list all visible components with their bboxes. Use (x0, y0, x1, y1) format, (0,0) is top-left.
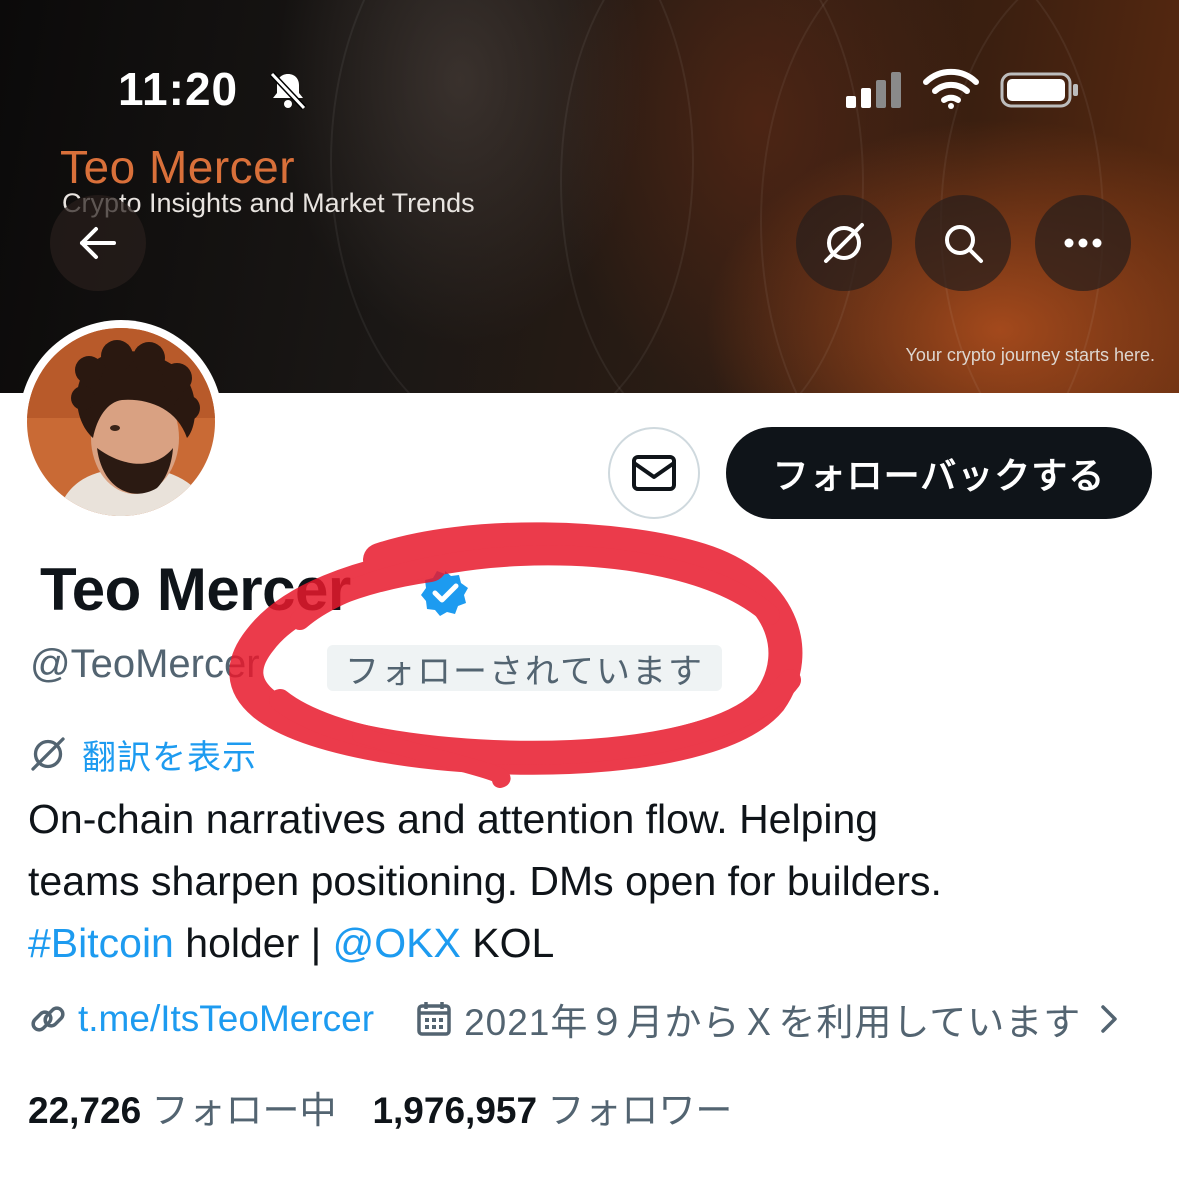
following-stat[interactable]: 22,726 フォロー中 (28, 1090, 336, 1131)
bio-kol-text: KOL (460, 920, 555, 966)
search-icon (945, 225, 983, 263)
arrow-left-icon (80, 227, 116, 259)
banner-tagline: Your crypto journey starts here. (905, 345, 1155, 365)
signal-icon (846, 72, 901, 108)
profile-meta: t.me/ItsTeoMercer 2021年９月からＸを利用しています (28, 994, 1123, 1044)
follows-you-badge: フォローされています (327, 645, 722, 691)
calendar-icon (417, 1002, 451, 1036)
profile-name: Teo Mercer (40, 556, 351, 623)
bitcoin-hashtag-link[interactable]: #Bitcoin (28, 920, 174, 966)
translate-icon (824, 223, 864, 263)
verified-badge-icon[interactable] (420, 568, 470, 618)
status-time: 11:20 (118, 63, 239, 115)
joined-date: 2021年９月からＸを利用しています (464, 1002, 1082, 1043)
profile-handle: @TeoMercer (30, 642, 260, 686)
translate-icon (31, 737, 65, 771)
bio-line-2: teams sharpen positioning. DMs open for … (28, 858, 942, 904)
avatar-portrait (27, 328, 215, 516)
bell-muted-icon (269, 71, 307, 111)
envelope-icon (632, 455, 676, 491)
banner-brand-title: Teo Mercer (60, 141, 296, 193)
more-icon (1064, 238, 1102, 248)
followers-count: 1,976,957 (372, 1090, 538, 1131)
show-translation-label: 翻訳を表示 (82, 738, 257, 777)
battery-icon (1000, 72, 1078, 108)
more-button[interactable] (1035, 195, 1131, 291)
translate-button[interactable] (796, 195, 892, 291)
follow-stats: 22,726 フォロー中 1,976,957 フォロワー (28, 1080, 732, 1134)
okx-mention-link[interactable]: @OKX (333, 920, 461, 966)
followers-label: フォロワー (547, 1090, 733, 1131)
back-button[interactable] (50, 195, 146, 291)
message-button[interactable] (608, 427, 700, 519)
followers-stat[interactable]: 1,976,957 フォロワー (372, 1090, 732, 1131)
bio-holder-text: holder | (173, 920, 333, 966)
bio-line-1: On-chain narratives and attention flow. … (28, 796, 879, 842)
bio-line-3: #Bitcoin holder | @OKX KOL (28, 912, 1158, 974)
profile-url-link[interactable]: t.me/ItsTeoMercer (78, 998, 374, 1040)
link-icon (31, 1006, 65, 1032)
follow-back-button[interactable]: フォローバックする (726, 427, 1152, 519)
profile-bio: On-chain narratives and attention flow. … (28, 788, 1158, 974)
show-translation-link[interactable]: 翻訳を表示 (28, 732, 257, 777)
wifi-icon (923, 68, 979, 109)
following-count: 22,726 (28, 1090, 142, 1131)
search-button[interactable] (915, 195, 1011, 291)
chevron-right-icon[interactable] (1093, 999, 1123, 1039)
following-label: フォロー中 (151, 1090, 337, 1131)
avatar[interactable] (27, 328, 215, 516)
profile-banner[interactable]: Teo Mercer Crypto Insights and Market Tr… (0, 0, 1179, 393)
